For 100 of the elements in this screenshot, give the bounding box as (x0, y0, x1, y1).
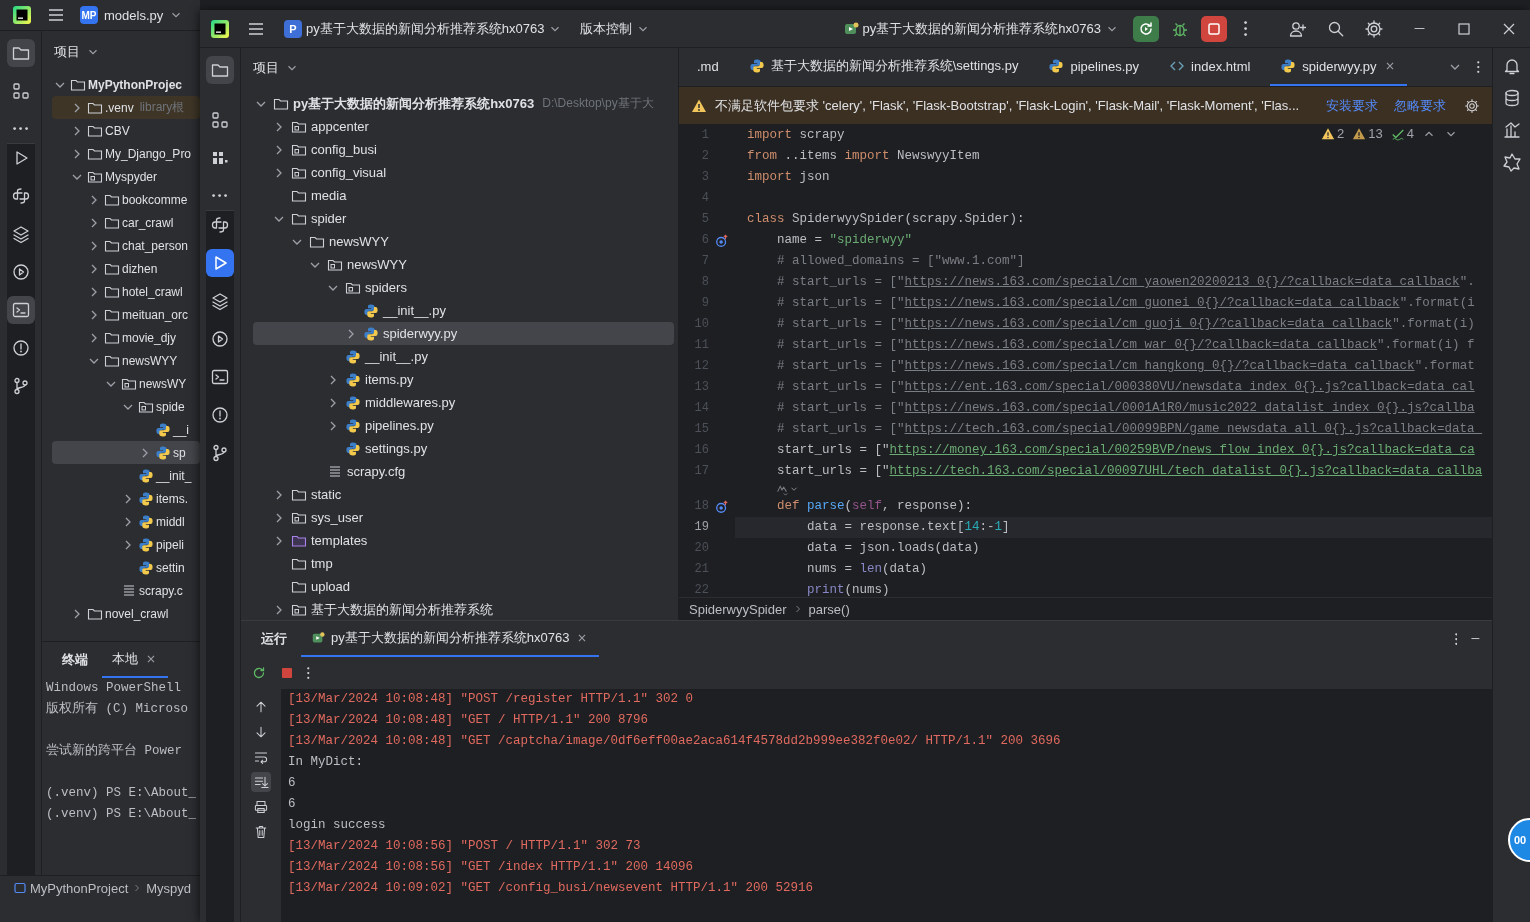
code-line: # start_urls = ["https://news.163.com/special/cm_yaowen20200213_0{}/?callback=data_callback". (776, 274, 1475, 291)
tree-item[interactable]: spider (253, 207, 674, 230)
code-line: # start_urls = ["https://ent.163.com/special/000380VU/newsdata_index_0{}.js?callback=data_cal (776, 379, 1475, 396)
tree-item[interactable]: scrapy.cfg (253, 460, 674, 483)
tree-item[interactable]: __init_ (52, 464, 200, 487)
code-line: nums = len(data) (806, 561, 928, 578)
tree-item[interactable]: meituan_orc (52, 303, 200, 326)
log-line: In MyDict: (288, 754, 364, 771)
tool-window-title: 运行 (260, 630, 288, 648)
run-configuration[interactable]: py基于大数据的新闻分析推荐系统hx0763 (836, 15, 1125, 42)
file-menu[interactable]: MP models.py (80, 6, 184, 24)
tree-item[interactable]: appcenter (253, 115, 674, 138)
tree-item[interactable]: chat_person (52, 234, 200, 257)
tree-item[interactable]: pipelines.py (253, 414, 674, 437)
code-line: def parse(self, response): (776, 498, 973, 515)
code-line: data = json.loads(data) (806, 540, 980, 557)
tree-item[interactable]: newsWYY (253, 253, 674, 276)
code-line: print(nums) (806, 582, 890, 597)
tree-item[interactable]: config_visual (253, 161, 674, 184)
tree-item[interactable]: settings.py (253, 437, 674, 460)
log-line: [13/Mar/2024 10:08:48] "POST /register HTTP/1.1" 302 0 (288, 691, 695, 708)
tree-item[interactable]: tmp (253, 552, 674, 575)
tree-item[interactable]: .venv library根 (52, 96, 200, 119)
tool-window-title: 终端 (61, 651, 89, 669)
tree-item[interactable]: spiderwyy.py (253, 322, 674, 345)
tree-item[interactable]: sys_user (253, 506, 674, 529)
project-selector[interactable]: P py基于大数据的新闻分析推荐系统hx0763 (278, 15, 569, 42)
terminal-line: (.venv) PS E:\About_ (45, 785, 198, 802)
tree-item[interactable]: settin (52, 556, 200, 579)
inspection-count[interactable]: 13 (1352, 126, 1383, 141)
tree-item[interactable]: spide (52, 395, 200, 418)
breadcrumb-item[interactable]: MyPythonProject (30, 880, 129, 896)
tree-item[interactable]: MyPythonProjec (52, 73, 200, 96)
project-badge: P (284, 19, 302, 38)
tree-item[interactable]: CBV (52, 119, 200, 142)
terminal-line: (.venv) PS E:\About_ (45, 806, 198, 823)
action-link[interactable]: 忽略要求 (1394, 96, 1446, 115)
tree-item[interactable]: pipeli (52, 533, 200, 556)
tree-item[interactable]: __init__.py (253, 299, 674, 322)
path-hint: D:\Desktop\py基于大 (542, 95, 654, 112)
log-line: 6 (288, 775, 297, 792)
tree-item[interactable]: scrapy.c (52, 579, 200, 602)
tree-item[interactable]: newsWYY (253, 230, 674, 253)
tree-item[interactable]: middlewares.py (253, 391, 674, 414)
tree-item[interactable]: hotel_crawl (52, 280, 200, 303)
terminal-line: 版权所有 (C) Microso (45, 700, 189, 718)
code-line: # start_urls = ["https://news.163.com/special/cm_war_0{}/?callback=data_callback".format(i) f (776, 337, 1475, 354)
tree-item[interactable]: static (253, 483, 674, 506)
code-line: # start_urls = ["https://news.163.com/special/cm_guoji_0{}/?callback=data_callback".format(i) (776, 316, 1475, 333)
path-hint: library根 (139, 99, 185, 116)
tree-item[interactable]: __init__.py (253, 345, 674, 368)
code-line: start_urls = ["https://money.163.com/special/00259BVP/news_flow_index_0{}.js?callback=data_ca (776, 442, 1475, 459)
tree-item[interactable]: Myspyder (52, 165, 200, 188)
tree-item[interactable]: py基于大数据的新闻分析推荐系统hx0763 D:\Desktop\py基于大 (253, 92, 674, 115)
code-line: # allowed_domains = ["www.1.com"] (776, 253, 1025, 270)
tree-item[interactable]: car_crawl (52, 211, 200, 234)
terminal-tab[interactable]: 本地 (102, 642, 168, 678)
editor-tab[interactable]: .md (687, 48, 729, 86)
code-line: start_urls = ["https://tech.163.com/special/00097UHL/tech_datalist_0{}.js?callback=data_callba (776, 463, 1483, 480)
inspection-count[interactable]: 4 (1390, 126, 1414, 141)
tree-item[interactable]: My_Django_Pro (52, 142, 200, 165)
breadcrumb-item[interactable]: Myspyd (146, 880, 192, 896)
code-line: # start_urls = ["https://tech.163.com/special/00099BPN/game_newsdata_all_0{}.js?callback=data_ (776, 421, 1483, 438)
editor-tab[interactable]: pipelines.py (1038, 48, 1150, 86)
project-badge: MP (80, 6, 98, 24)
breadcrumb-item[interactable]: parse() (808, 601, 850, 617)
log-line: [13/Mar/2024 10:08:48] "GET /captcha/image/0df6eff00ae2aca614f4578dd2b999ee382f0e02/ HTTP/1.1" 200 3696 (288, 733, 1062, 750)
panel-title[interactable]: 项目 (54, 43, 80, 61)
tree-item[interactable]: bookcomme (52, 188, 200, 211)
inspection-count[interactable]: 2 (1321, 126, 1345, 141)
editor-tab[interactable]: index.html (1159, 48, 1261, 86)
log-line: 6 (288, 796, 297, 813)
tree-item[interactable]: upload (253, 575, 674, 598)
tree-item[interactable]: newsWYY (52, 349, 200, 372)
log-line: [13/Mar/2024 10:09:02] "GET /config_busi/newsevent HTTP/1.1" 200 52916 (288, 880, 815, 897)
panel-title[interactable]: 项目 (253, 59, 279, 77)
tree-item[interactable]: novel_crawl (52, 602, 200, 625)
tree-item[interactable]: __i (52, 418, 200, 441)
tree-item[interactable]: config_busi (253, 138, 674, 161)
tree-item[interactable]: middl (52, 510, 200, 533)
log-line: [13/Mar/2024 10:08:48] "GET / HTTP/1.1" 200 8796 (288, 712, 650, 729)
editor-tab[interactable]: 基于大数据的新闻分析推荐系统\settings.py (738, 48, 1029, 86)
tree-item[interactable]: 基于大数据的新闻分析推荐系统 (253, 598, 674, 620)
code-line: class SpiderwyySpider(scrapy.Spider): (746, 211, 1025, 228)
tree-item[interactable]: sp (52, 441, 200, 464)
code-line: # start_urls = ["https://news.163.com/special/cm_hangkong_0{}/?callback=data_callback".format (776, 358, 1475, 375)
log-line: [13/Mar/2024 10:08:56] "GET /index HTTP/1.1" 200 14096 (288, 859, 695, 876)
tree-item[interactable]: items.py (253, 368, 674, 391)
tree-item[interactable]: templates (253, 529, 674, 552)
tree-item[interactable]: items. (52, 487, 200, 510)
vcs-menu[interactable]: 版本控制 (574, 15, 657, 42)
breadcrumb-item[interactable]: SpiderwyySpider (689, 601, 787, 617)
action-link[interactable]: 安装要求 (1326, 96, 1378, 115)
warning-message: 不满足软件包要求 'celery', 'Flask', 'Flask-Bootstrap', 'Flask-Login', 'Flask-Mail', 'Flask-Moment', 'Flas... (715, 96, 1301, 115)
tree-item[interactable]: dizhen (52, 257, 200, 280)
tree-item[interactable]: movie_djy (52, 326, 200, 349)
terminal-line: 尝试新的跨平台 Power (45, 742, 183, 760)
tree-item[interactable]: media (253, 184, 674, 207)
tree-item[interactable]: spiders (253, 276, 674, 299)
tree-item[interactable]: newsWY (52, 372, 200, 395)
